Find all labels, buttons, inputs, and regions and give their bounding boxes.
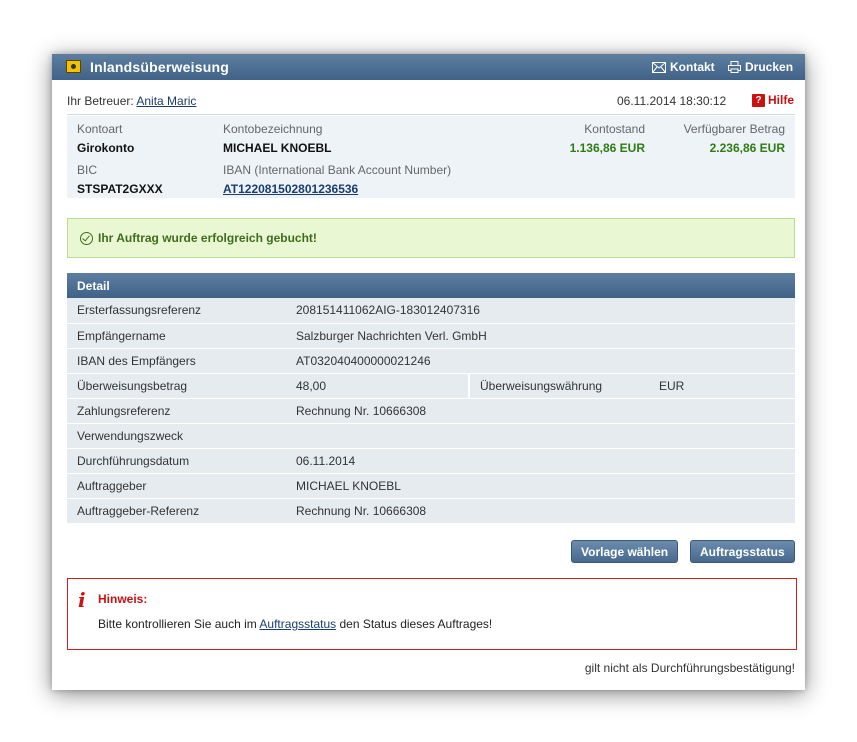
table-row: Ersterfassungsreferenz 208151411062AIG-18… [67,298,795,324]
notice-text-before: Bitte kontrollieren Sie auch im [98,617,257,631]
kontobezeichnung-label: Kontobezeichnung [223,122,323,136]
notice-box: i Hinweis: Bitte kontrollieren Sie auch … [67,578,797,650]
row-value: AT032040400000021246 [286,348,795,374]
drucken-label: Drucken [745,60,794,74]
drucken-link[interactable]: Drucken [728,60,793,74]
help-icon: ? [752,93,765,107]
row-value: Salzburger Nachrichten Verl. GmbH [286,323,795,349]
row-label: Ersterfassungsreferenz [67,298,286,324]
kontoart-value: Girokonto [77,141,135,155]
kontostand-value: 1.136,86 EUR [569,141,645,155]
notice-title: Hinweis: [98,592,148,606]
row-label: Auftraggeber-Referenz [67,498,286,524]
row-value: 06.11.2014 [286,448,795,474]
detail-header: Detail [67,273,795,298]
kontobezeichnung-value: MICHAEL KNOEBL [223,141,332,155]
row-value-secondary: EUR [649,373,795,399]
success-text: Ihr Auftrag wurde erfolgreich gebucht! [98,231,317,245]
verfuegbar-value: 2.236,86 EUR [709,141,785,155]
envelope-icon [652,61,666,73]
row-label: Zahlungsreferenz [67,398,286,424]
table-row: Auftraggeber-Referenz Rechnung Nr. 106663… [67,498,795,524]
auftragsstatus-button[interactable]: Auftragsstatus [690,540,795,563]
row-value: 48,00 [286,373,469,399]
bic-value: STSPAT2GXXX [77,182,163,196]
row-label: Durchführungsdatum [67,448,286,474]
advisor-info: Ihr Betreuer: Anita Maric [67,94,196,108]
transfer-window: Inlandsüberweisung Kontakt Drucken Ihr B… [52,54,805,690]
kontakt-label: Kontakt [670,60,715,74]
page-title: Inlandsüberweisung [90,59,229,75]
notice-auftragsstatus-link[interactable]: Auftragsstatus [259,617,336,631]
kontoart-label: Kontoart [77,122,123,136]
help-label: Hilfe [768,93,795,107]
notice-text-after: den Status dieses Auftrages! [339,617,493,631]
table-row: Überweisungsbetrag 48,00 Überweisungswähru… [67,373,795,399]
row-label: Auftraggeber [67,473,286,499]
success-message: Ihr Auftrag wurde erfolgreich gebucht! [67,218,795,258]
row-value: MICHAEL KNOEBL [286,473,795,499]
bic-label: BIC [77,163,98,177]
table-row: Verwendungszweck [67,423,795,449]
check-circle-icon [80,231,93,245]
kontostand-label: Kontostand [584,122,645,136]
info-icon: i [78,588,86,612]
title-bar: Inlandsüberweisung Kontakt Drucken [52,54,805,80]
account-summary: Kontoart Girokonto Kontobezeichnung MICH… [67,116,795,198]
vorlage-waehlen-button[interactable]: Vorlage wählen [571,540,679,563]
table-row: Durchführungsdatum 06.11.2014 [67,448,795,474]
kontakt-link[interactable]: Kontakt [652,60,715,74]
advisor-name-link[interactable]: Anita Maric [136,94,196,108]
advisor-prefix: Ihr Betreuer: [67,94,134,108]
timestamp: 06.11.2014 18:30:12 [617,94,727,108]
table-row: Empfängername Salzburger Nachrichten Verl… [67,323,795,349]
notice-text: Bitte kontrollieren Sie auch im Auftrags… [98,617,492,631]
row-label: Empfängername [67,323,286,349]
row-value: Rechnung Nr. 10666308 [286,498,795,524]
row-value [286,423,795,449]
iban-link[interactable]: AT122081502801236536 [223,182,358,196]
table-row: Auftraggeber MICHAEL KNOEBL [67,473,795,499]
footer-note: gilt nicht als Durchführungsbestätigung! [584,661,795,675]
table-row: IBAN des Empfängers AT032040400000021246 [67,348,795,374]
row-label: Überweisungsbetrag [67,373,286,399]
transfer-icon [66,60,81,73]
row-label: IBAN des Empfängers [67,348,286,374]
row-label: Verwendungszweck [67,423,286,449]
printer-icon [728,61,741,73]
iban-label: IBAN (International Bank Account Number) [223,163,452,177]
row-label-secondary: Überweisungswährung [468,373,649,399]
help-link[interactable]: ? Hilfe [752,93,794,107]
row-value: Rechnung Nr. 10666308 [286,398,795,424]
verfuegbar-label: Verfügbarer Betrag [683,122,785,136]
divider [67,114,795,115]
detail-table: Ersterfassungsreferenz 208151411062AIG-18… [67,298,795,524]
table-row: Zahlungsreferenz Rechnung Nr. 10666308 [67,398,795,424]
row-value: 208151411062AIG-183012407316 [286,298,795,324]
